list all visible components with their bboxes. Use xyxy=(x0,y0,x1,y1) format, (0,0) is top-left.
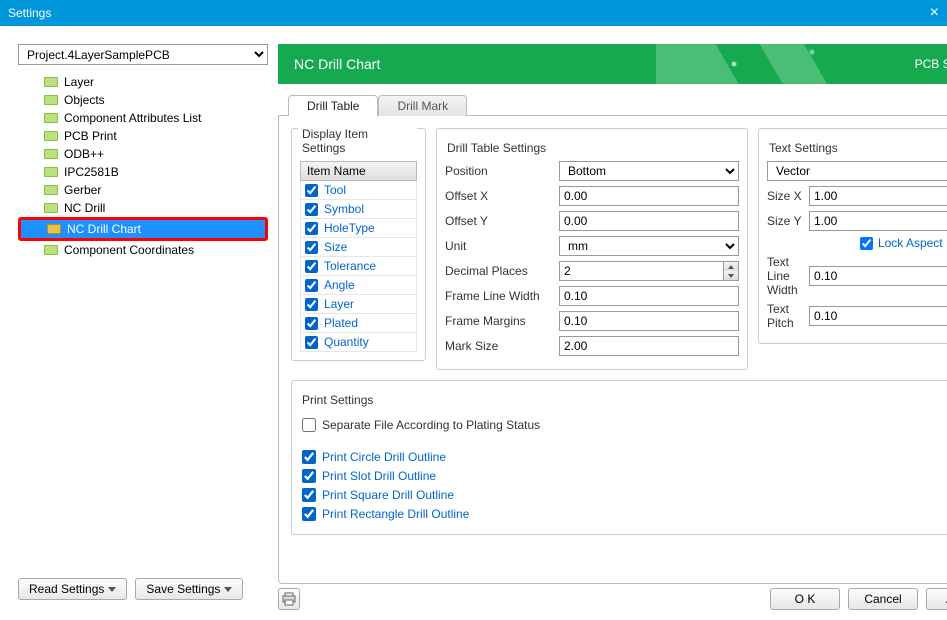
page-subtitle: PCB Setting xyxy=(915,57,947,71)
folder-icon xyxy=(44,185,58,195)
mark-size-input[interactable] xyxy=(559,336,739,356)
offset-y-input[interactable] xyxy=(559,211,739,231)
size-y-input[interactable] xyxy=(809,211,947,231)
size-x-input[interactable] xyxy=(809,186,947,206)
folder-open-icon xyxy=(47,224,61,234)
display-item-plated[interactable]: Plated xyxy=(300,314,417,333)
tree-item-objects[interactable]: Objects xyxy=(18,91,268,109)
folder-icon xyxy=(44,245,58,255)
drill-table-settings-group: Drill Table Settings PositionBottom Offs… xyxy=(436,128,748,370)
print-slot-checkbox[interactable]: Print Slot Drill Outline xyxy=(302,469,947,483)
print-circle-checkbox[interactable]: Print Circle Drill Outline xyxy=(302,450,947,464)
text-pitch-input[interactable] xyxy=(809,306,947,326)
decimal-places-input[interactable] xyxy=(559,261,723,281)
banner-decoration xyxy=(656,44,916,84)
print-square-checkbox[interactable]: Print Square Drill Outline xyxy=(302,488,947,502)
display-item-tolerance[interactable]: Tolerance xyxy=(300,257,417,276)
tree-item-component-attributes[interactable]: Component Attributes List xyxy=(18,109,268,127)
print-settings-group: Print Settings Separate File According t… xyxy=(291,380,947,535)
page-title: NC Drill Chart xyxy=(294,56,380,72)
separate-file-checkbox[interactable]: Separate File According to Plating Statu… xyxy=(302,418,947,432)
display-item-symbol[interactable]: Symbol xyxy=(300,200,417,219)
title-bar: Settings × xyxy=(0,0,947,26)
folder-icon xyxy=(44,77,58,87)
folder-icon xyxy=(44,203,58,213)
text-settings-group: Text Settings Vector Size X Size Y Lock … xyxy=(758,128,947,344)
apply-button[interactable]: Apply xyxy=(926,588,947,610)
tree-item-odb[interactable]: ODB++ xyxy=(18,145,268,163)
tree-item-component-coordinates[interactable]: Component Coordinates xyxy=(18,241,268,259)
close-icon[interactable]: × xyxy=(930,4,939,22)
read-settings-button[interactable]: Read Settings xyxy=(18,578,127,600)
tree-item-layer[interactable]: Layer xyxy=(18,73,268,91)
print-button[interactable] xyxy=(278,588,300,610)
folder-icon xyxy=(44,149,58,159)
lock-aspect-checkbox[interactable]: Lock Aspect Ratio xyxy=(860,236,947,250)
ok-button[interactable]: O K xyxy=(770,588,840,610)
chevron-down-icon xyxy=(224,587,232,592)
chevron-down-icon xyxy=(108,587,116,592)
display-item-tool[interactable]: Tool xyxy=(300,181,417,200)
tree-item-nc-drill-chart[interactable]: NC Drill Chart xyxy=(21,220,265,238)
display-item-size[interactable]: Size xyxy=(300,238,417,257)
tab-drill-table[interactable]: Drill Table xyxy=(288,95,378,116)
project-selector[interactable]: Project.4LayerSamplePCB xyxy=(18,44,268,65)
frame-line-width-input[interactable] xyxy=(559,286,739,306)
tree-item-gerber[interactable]: Gerber xyxy=(18,181,268,199)
display-item-holetype[interactable]: HoleType xyxy=(300,219,417,238)
tree-item-pcb-print[interactable]: PCB Print xyxy=(18,127,268,145)
window-title: Settings xyxy=(8,6,51,20)
folder-icon xyxy=(44,131,58,141)
frame-margins-input[interactable] xyxy=(559,311,739,331)
folder-icon xyxy=(44,95,58,105)
folder-icon xyxy=(44,113,58,123)
page-banner: NC Drill Chart PCB Setting xyxy=(278,44,947,84)
highlight-annotation: NC Drill Chart xyxy=(18,217,268,241)
unit-select[interactable]: mm xyxy=(559,236,739,256)
item-name-header: Item Name xyxy=(300,161,417,181)
offset-x-input[interactable] xyxy=(559,186,739,206)
display-item-settings-group: Display Item Settings Item Name Tool Sym… xyxy=(291,128,426,361)
save-settings-button[interactable]: Save Settings xyxy=(135,578,243,600)
display-item-quantity[interactable]: Quantity xyxy=(300,333,417,352)
font-select[interactable]: Vector xyxy=(767,161,947,181)
tree-item-ipc[interactable]: IPC2581B xyxy=(18,163,268,181)
display-item-layer[interactable]: Layer xyxy=(300,295,417,314)
tree-item-nc-drill[interactable]: NC Drill xyxy=(18,199,268,217)
settings-tree: Layer Objects Component Attributes List … xyxy=(18,73,268,570)
display-item-angle[interactable]: Angle xyxy=(300,276,417,295)
printer-icon xyxy=(282,592,296,606)
cancel-button[interactable]: Cancel xyxy=(848,588,918,610)
print-rectangle-checkbox[interactable]: Print Rectangle Drill Outline xyxy=(302,507,947,521)
text-line-width-input[interactable] xyxy=(809,266,947,286)
folder-icon xyxy=(44,167,58,177)
tab-drill-mark[interactable]: Drill Mark xyxy=(378,95,467,116)
position-select[interactable]: Bottom xyxy=(559,161,739,181)
decimal-spinner[interactable] xyxy=(723,261,739,281)
